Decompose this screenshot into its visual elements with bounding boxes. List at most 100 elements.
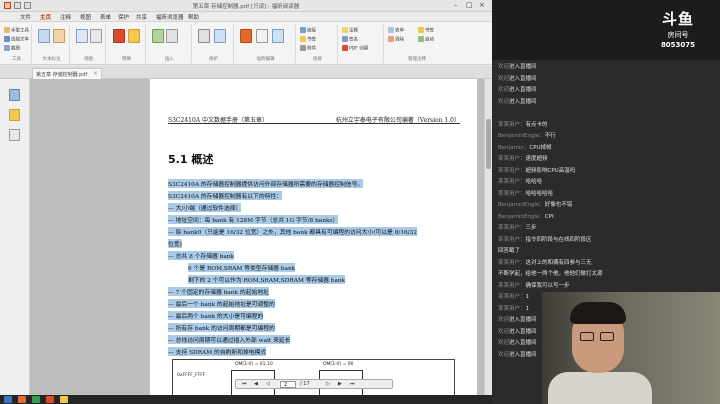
start-icon[interactable] [4,396,12,403]
chat-message: 某某用户：有点卡的 [498,120,618,128]
attachment-button[interactable]: 附件 [300,45,316,52]
taskbar [0,395,492,404]
ribbon: 手型工具 选择文本 截图 工具 文本标注 视图 转换 插入 保护 福昕编辑 链接… [0,22,492,65]
chat-username[interactable]: 某某用户： [498,168,526,174]
foxit-edit-icon[interactable] [240,29,252,43]
snapshot-button[interactable]: 截图 [4,45,20,52]
close-icon[interactable]: × [479,1,485,9]
maximize-icon[interactable]: □ [466,1,473,9]
lock-icon[interactable] [198,29,210,43]
chat-username[interactable]: 欢迎 [498,317,509,323]
scroll-thumb[interactable] [486,119,491,169]
text-line: — 总线访问周期可以通过插入外部 wait 来延长 [168,335,291,344]
chat-message: 不断学起，给他一两个他，他他们做打太源 [498,269,618,277]
chat-username[interactable]: 某某用户： [498,225,526,231]
clipboard-icon[interactable] [38,29,50,43]
ribbon-group-manage: 表单 清除 书签 自动 管理注释 [386,25,448,63]
taskbar-app-icon[interactable] [32,396,40,403]
menu-comment[interactable]: 注释 [60,13,71,21]
clear-button[interactable]: 清除 [388,36,404,43]
next-page-icon[interactable]: ▶ [338,381,342,387]
menu-share[interactable]: 共享 [136,13,147,21]
page-view-icon[interactable] [76,29,88,43]
menu-form[interactable]: 表单 [100,13,111,21]
link-button[interactable]: 链接 [300,27,316,34]
chat-username[interactable]: 某某用户： [498,156,526,162]
menu-view[interactable]: 视图 [80,13,91,21]
chat-username[interactable]: BenjaminEngle： [498,214,545,220]
taskbar-app-icon[interactable] [46,396,54,403]
document-icon[interactable] [256,29,268,43]
menu-file[interactable]: 文件 [20,13,31,21]
comment-button[interactable]: 注释 [342,27,358,34]
chat-username[interactable]: 欢迎 [498,76,509,82]
menu-home[interactable]: 主页 [40,13,51,21]
page-number-input[interactable]: 2 [280,381,296,388]
sign-button[interactable]: 签名 [342,36,358,43]
chat-message: 某某用户：哈哈哈 [498,177,618,185]
chat-username[interactable]: 某某用户： [498,294,526,300]
chat-username[interactable]: 某某用户： [498,179,526,185]
chat-message: Benjamin：CPU掉帧 [498,143,618,151]
bookmark-button[interactable]: 书签 [300,36,316,43]
chat-text: 三步 [525,225,537,231]
zoom-icon[interactable] [90,29,102,43]
chat-username[interactable]: 欢迎 [498,87,509,93]
vertical-scrollbar[interactable] [484,79,492,395]
prev-page-icon[interactable]: ◀ [254,381,258,387]
chat-username[interactable]: BenjaminEngle： [498,202,545,208]
image-icon[interactable] [152,29,164,43]
chat-username[interactable]: 欢迎 [498,352,509,358]
shield-icon[interactable] [214,29,226,43]
chat-username[interactable]: Benjamin： [498,145,529,151]
chat-username[interactable]: 欢迎 [498,64,509,70]
douyu-logo: 斗鱼 房间号 8053075 [660,10,696,49]
stamp-icon[interactable] [166,29,178,43]
chat-username[interactable]: 欢迎 [498,99,509,105]
menu-protect[interactable]: 保护 [118,13,129,21]
taskbar-app-icon[interactable] [60,396,68,403]
first-page-icon[interactable]: ⏮ [242,381,247,387]
chat-text: 进入直播间 [509,75,537,82]
taskbar-app-icon[interactable] [18,396,26,403]
select-text-button[interactable]: 选择文本 [4,36,29,43]
hand-tool-button[interactable]: 手型工具 [4,27,29,34]
document-tab[interactable]: 第五章 存储控制器.pdf × [32,68,102,79]
chat-username[interactable]: 某某用户： [498,306,526,312]
chat-username[interactable]: 某某用户： [498,237,526,243]
chat-message: 欢迎进入直播间 [498,62,618,70]
chat-username[interactable]: 某某用户： [498,122,526,128]
chat-username[interactable]: 某某用户： [498,283,526,289]
chat-text: 1 [525,294,530,300]
menu-foxit-browser[interactable]: 福昕浏览器 [156,13,184,21]
folder-icon[interactable] [128,29,140,43]
ribbon-group-text: 文本标注 [34,25,70,63]
chat-username[interactable]: 某某用户： [498,260,526,266]
bookmarks-panel-icon[interactable] [9,109,20,121]
text-icon[interactable] [53,29,65,43]
bookmark2-button[interactable]: 书签 [418,27,434,34]
last-page-icon[interactable]: ⏭ [350,381,355,387]
document-view[interactable]: S3C2410A 中文数据手册（第五章） 杭州立宇泰电子有限公司编著（Versi… [30,79,492,395]
chat-message: 欢迎进入直播间 [498,85,618,93]
chat-username[interactable]: 欢迎 [498,329,509,335]
form-button[interactable]: 表单 [388,27,404,34]
chat-message: BenjaminEngle：好像也不错 [498,200,618,208]
pdf-icon[interactable] [113,29,125,43]
share-icon[interactable] [272,29,284,43]
minimize-icon[interactable]: – [454,1,458,9]
pdf-create-button[interactable]: PDF 创建 [342,45,368,52]
tab-close-icon[interactable]: × [93,70,98,77]
chat-username[interactable]: BenjaminEngle： [498,133,545,139]
chat-username[interactable]: 某某用户： [498,191,526,197]
attachments-panel-icon[interactable] [9,129,20,141]
menu-help[interactable]: 帮助 [188,13,199,21]
auto-button[interactable]: 自动 [418,36,434,43]
page-thumbnails-icon[interactable] [9,89,20,101]
prev-icon[interactable]: ◁ [266,381,270,387]
chat-text: CPI [544,213,554,220]
next-icon[interactable]: ▷ [326,381,330,387]
text-line: 6 个是 ROM,SRAM 等类型存储器 bank [188,263,296,272]
chat-username[interactable]: 欢迎 [498,340,509,346]
chat-text: 超频影响CPU高温吗 [525,167,576,174]
